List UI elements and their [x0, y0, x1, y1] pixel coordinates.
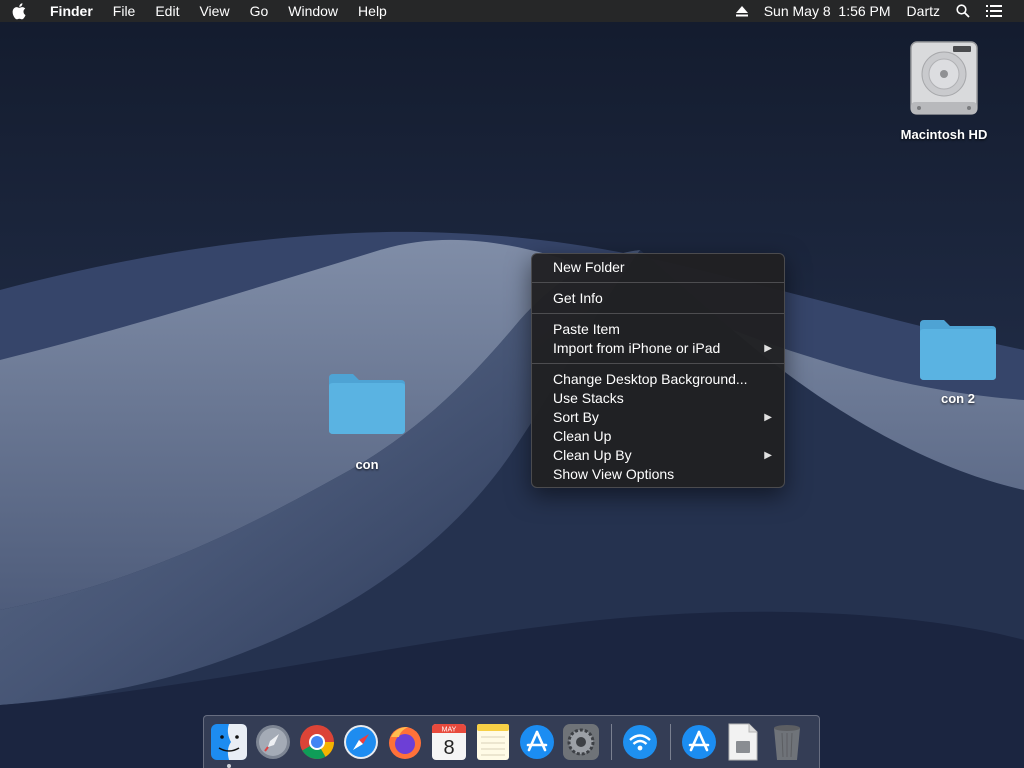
dune-wallpaper: [0, 0, 1024, 768]
app-store-icon[interactable]: [517, 722, 557, 762]
calendar-month: MAY: [442, 727, 457, 734]
calendar-day: 8: [443, 737, 454, 759]
menu-item-clean-up[interactable]: Clean Up: [532, 427, 784, 446]
user-name[interactable]: Dartz: [899, 0, 948, 22]
menu-item-import-iphone[interactable]: Import from iPhone or iPad ▶: [532, 339, 784, 358]
menu-file[interactable]: File: [103, 0, 146, 22]
launchpad-icon[interactable]: [253, 722, 293, 762]
notes-icon[interactable]: [473, 722, 513, 762]
menu-bar: Finder File Edit View Go Window Help Sun…: [0, 0, 1024, 22]
desktop-item-con[interactable]: con: [319, 372, 415, 472]
desktop-item-con-2[interactable]: con 2: [910, 318, 1006, 406]
menu-item-clean-up-by[interactable]: Clean Up By ▶: [532, 446, 784, 465]
search-icon[interactable]: [948, 0, 978, 22]
menu-item-show-view-options[interactable]: Show View Options: [532, 465, 784, 484]
context-menu: New Folder Get Info Paste Item Import fr…: [531, 253, 785, 488]
dock-separator: [670, 724, 671, 760]
folder-icon: [327, 372, 407, 439]
menu-go[interactable]: Go: [240, 0, 279, 22]
wifi-diagnostics-icon[interactable]: [620, 722, 660, 762]
apple-menu-icon[interactable]: [0, 2, 40, 20]
menu-window[interactable]: Window: [278, 0, 348, 22]
menu-item-use-stacks[interactable]: Use Stacks: [532, 389, 784, 408]
eject-icon[interactable]: [728, 0, 756, 22]
list-icon[interactable]: [978, 0, 1010, 22]
firefox-icon[interactable]: [385, 722, 425, 762]
system-preferences-icon[interactable]: [561, 722, 601, 762]
menu-item-new-folder[interactable]: New Folder: [532, 258, 784, 277]
clock[interactable]: Sun May 8 1:56 PM: [756, 0, 899, 22]
dock-separator: [611, 724, 612, 760]
desktop-item-macintosh-hd[interactable]: Macintosh HD: [894, 40, 994, 142]
calendar-icon[interactable]: MAY 8: [429, 722, 469, 762]
hard-drive-icon: [907, 40, 981, 121]
folder-icon: [918, 318, 998, 385]
trash-icon[interactable]: [767, 722, 807, 762]
menu-separator: [532, 313, 784, 314]
desktop-background[interactable]: [0, 0, 1024, 768]
desktop-item-label: con 2: [941, 391, 975, 406]
chrome-icon[interactable]: [297, 722, 337, 762]
menu-help[interactable]: Help: [348, 0, 397, 22]
desktop-item-label: Macintosh HD: [900, 127, 988, 142]
submenu-arrow-icon: ▶: [764, 412, 772, 423]
desktop-item-label: con: [355, 457, 379, 472]
menu-edit[interactable]: Edit: [145, 0, 189, 22]
menu-separator: [532, 282, 784, 283]
menu-item-label: Import from iPhone or iPad: [553, 340, 721, 356]
menu-item-change-desktop-background[interactable]: Change Desktop Background...: [532, 370, 784, 389]
installer-doc-icon[interactable]: [723, 722, 763, 762]
menu-item-label: Clean Up By: [553, 447, 632, 463]
submenu-arrow-icon: ▶: [764, 343, 772, 354]
menu-finder[interactable]: Finder: [40, 0, 103, 22]
menu-item-sort-by[interactable]: Sort By ▶: [532, 408, 784, 427]
dock: MAY 8: [203, 715, 820, 768]
safari-icon[interactable]: [341, 722, 381, 762]
finder-icon[interactable]: [209, 722, 249, 768]
menu-item-get-info[interactable]: Get Info: [532, 289, 784, 308]
menu-separator: [532, 363, 784, 364]
menu-item-label: Sort By: [553, 409, 599, 425]
menu-item-paste-item[interactable]: Paste Item: [532, 320, 784, 339]
app-store-download-icon[interactable]: [679, 722, 719, 762]
submenu-arrow-icon: ▶: [764, 450, 772, 461]
running-indicator: [227, 764, 231, 768]
menu-view[interactable]: View: [189, 0, 239, 22]
